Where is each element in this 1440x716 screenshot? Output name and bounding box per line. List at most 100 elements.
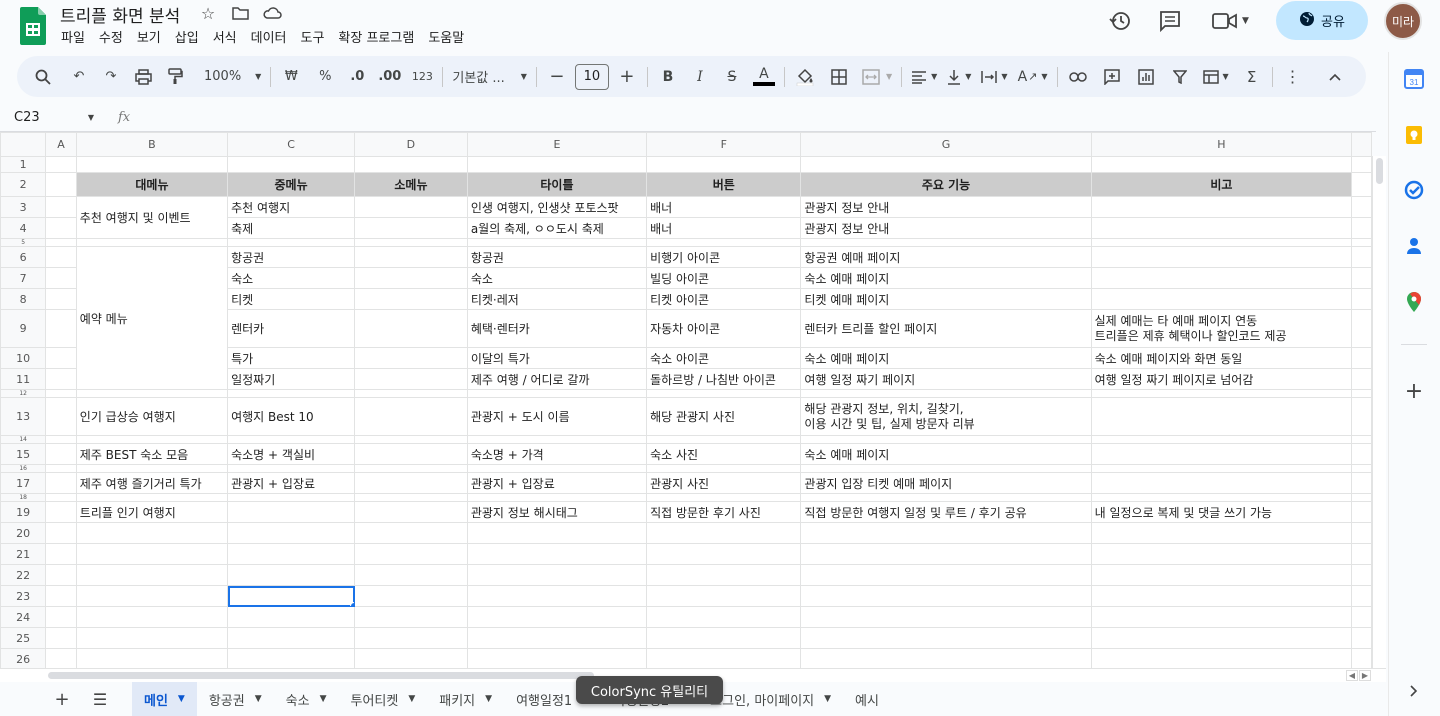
cell-e[interactable]: a월의 축제, ㅇㅇ도시 축제 bbox=[466, 217, 648, 239]
decrease-font-size-button[interactable]: − bbox=[543, 63, 571, 91]
cell[interactable] bbox=[45, 267, 77, 289]
cell-d[interactable] bbox=[354, 606, 468, 628]
cell-c[interactable]: 티켓 bbox=[227, 288, 356, 310]
cell-e[interactable]: 관광지 + 도시 이름 bbox=[466, 397, 648, 436]
link-icon[interactable] bbox=[1064, 63, 1092, 91]
sheets-logo-icon[interactable] bbox=[18, 6, 48, 46]
cell-c[interactable]: 일정짜기 bbox=[227, 368, 356, 390]
cell-g[interactable] bbox=[800, 543, 1092, 565]
cell[interactable] bbox=[45, 606, 77, 628]
cell-b[interactable] bbox=[75, 435, 229, 444]
cell-e[interactable]: 인생 여행지, 인생샷 포토스팟 bbox=[466, 196, 648, 218]
sheet-tab[interactable]: 항공권 ▼ bbox=[197, 682, 274, 716]
cell[interactable] bbox=[1351, 309, 1372, 348]
sheet-tab[interactable]: 투어티켓 ▼ bbox=[339, 682, 428, 716]
currency-format-button[interactable]: ₩ bbox=[277, 63, 305, 91]
cell-b[interactable]: 인기 급상승 여행지 bbox=[75, 397, 229, 436]
cell[interactable] bbox=[800, 156, 1092, 173]
cell-e[interactable]: 혜택·렌터카 bbox=[466, 309, 648, 348]
borders-icon[interactable] bbox=[825, 63, 853, 91]
vertical-scrollbar[interactable] bbox=[1372, 156, 1386, 668]
decrease-decimal-button[interactable]: .0 bbox=[343, 63, 371, 91]
cell-e[interactable]: 티켓·레저 bbox=[466, 288, 648, 310]
cell-d[interactable] bbox=[354, 627, 468, 649]
cell-e[interactable] bbox=[466, 606, 648, 628]
cell[interactable] bbox=[1351, 522, 1372, 544]
scroll-left-icon[interactable]: ◀ bbox=[1346, 670, 1358, 681]
cell-f[interactable] bbox=[646, 238, 802, 247]
cell[interactable] bbox=[45, 156, 77, 173]
all-sheets-icon[interactable]: ☰ bbox=[88, 690, 112, 709]
table-header-cell[interactable]: 타이틀 bbox=[466, 172, 648, 197]
fill-handle[interactable] bbox=[350, 602, 354, 606]
cell[interactable] bbox=[646, 156, 802, 173]
table-header-cell[interactable]: 소메뉴 bbox=[354, 172, 468, 197]
cell-e[interactable] bbox=[466, 464, 648, 473]
insert-comment-icon[interactable] bbox=[1098, 63, 1126, 91]
row-header[interactable]: 13 bbox=[0, 397, 47, 436]
cell-g[interactable] bbox=[800, 564, 1092, 586]
cell[interactable] bbox=[1351, 156, 1372, 173]
table-header-cell[interactable]: 버튼 bbox=[646, 172, 802, 197]
cell-h[interactable] bbox=[1090, 564, 1353, 586]
cell[interactable] bbox=[45, 464, 77, 473]
cell[interactable] bbox=[45, 397, 77, 436]
cell-g[interactable] bbox=[800, 435, 1092, 444]
cell-h[interactable] bbox=[1090, 238, 1353, 247]
cell-g[interactable]: 티켓 예매 페이지 bbox=[800, 288, 1092, 310]
undo-icon[interactable]: ↶ bbox=[65, 63, 93, 91]
cell-f[interactable] bbox=[646, 543, 802, 565]
menu-item[interactable]: 데이터 bbox=[251, 27, 287, 46]
cell[interactable] bbox=[227, 156, 356, 173]
print-icon[interactable] bbox=[129, 63, 157, 91]
cell-h[interactable] bbox=[1090, 472, 1353, 494]
more-options-icon[interactable]: ⋮ bbox=[1279, 63, 1307, 91]
cell-f[interactable] bbox=[646, 606, 802, 628]
number-format-button[interactable]: 123 bbox=[408, 63, 436, 91]
cell[interactable] bbox=[45, 435, 77, 444]
cell[interactable] bbox=[45, 585, 77, 607]
percent-format-button[interactable]: % bbox=[311, 63, 339, 91]
column-header[interactable]: D bbox=[354, 132, 468, 157]
cell-d[interactable] bbox=[354, 585, 468, 607]
cell-g[interactable]: 관광지 입장 티켓 예매 페이지 bbox=[800, 472, 1092, 494]
row-header[interactable]: 18 bbox=[0, 493, 47, 502]
row-header[interactable]: 15 bbox=[0, 443, 47, 465]
cell-g[interactable]: 관광지 정보 안내 bbox=[800, 217, 1092, 239]
cell-e[interactable]: 제주 여행 / 어디로 갈까 bbox=[466, 368, 648, 390]
cell[interactable] bbox=[45, 246, 77, 268]
row-header[interactable]: 16 bbox=[0, 464, 47, 473]
cell[interactable] bbox=[1351, 368, 1372, 390]
share-button[interactable]: 공유 bbox=[1276, 1, 1368, 40]
cell[interactable] bbox=[45, 443, 77, 465]
cell-b[interactable] bbox=[75, 464, 229, 473]
avatar[interactable]: 미라 bbox=[1384, 2, 1422, 40]
row-header[interactable]: 10 bbox=[0, 347, 47, 369]
paint-format-icon[interactable] bbox=[161, 63, 189, 91]
cell-h[interactable] bbox=[1090, 246, 1353, 268]
cell-d[interactable] bbox=[354, 435, 468, 444]
cell[interactable] bbox=[45, 288, 77, 310]
cell-h[interactable] bbox=[1090, 464, 1353, 473]
functions-icon[interactable]: Σ bbox=[1238, 63, 1266, 91]
cell-c[interactable]: 축제 bbox=[227, 217, 356, 239]
sheet-grid[interactable]: A B C D E F G H 1 2 대메뉴 중메뉴 소메뉴 타이틀 버튼 주… bbox=[0, 132, 1372, 668]
table-header-cell[interactable]: 주요 기능 bbox=[800, 172, 1092, 197]
cell[interactable] bbox=[45, 627, 77, 649]
cell-c[interactable]: 특가 bbox=[227, 347, 356, 369]
cell-c[interactable]: 관광지 + 입장료 bbox=[227, 472, 356, 494]
cell-d[interactable] bbox=[354, 397, 468, 436]
cell[interactable] bbox=[45, 389, 77, 398]
cell-b[interactable] bbox=[75, 585, 229, 607]
cell-h[interactable] bbox=[1090, 267, 1353, 289]
cell-e[interactable]: 항공권 bbox=[466, 246, 648, 268]
column-header[interactable]: A bbox=[45, 132, 77, 157]
filter-views-icon[interactable]: ▼ bbox=[1200, 63, 1232, 91]
cell-c[interactable]: 추천 여행지 bbox=[227, 196, 356, 218]
cell-d[interactable] bbox=[354, 309, 468, 348]
menu-item[interactable]: 도구 bbox=[301, 27, 325, 46]
cell-c[interactable] bbox=[227, 585, 356, 607]
cell-c[interactable]: 숙소명 + 객실비 bbox=[227, 443, 356, 465]
cell[interactable] bbox=[1351, 217, 1372, 239]
column-header[interactable]: G bbox=[800, 132, 1092, 157]
